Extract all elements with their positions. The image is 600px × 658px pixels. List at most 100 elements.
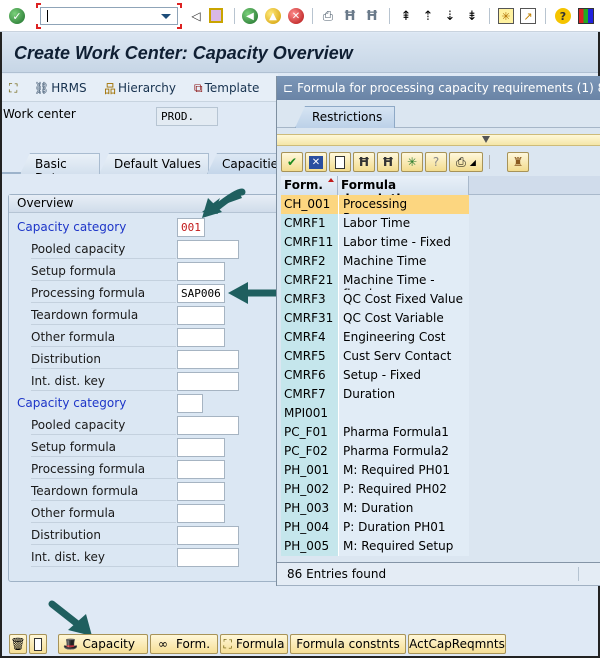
formula-description-cell[interactable]: Machine Time - fixed xyxy=(338,271,469,301)
formula-description-cell[interactable]: Labor time - Fixed xyxy=(338,233,469,252)
table-row[interactable]: CMRF2 Machine Time xyxy=(281,252,600,271)
formula-code-cell[interactable]: CMRF2 xyxy=(281,252,338,271)
hierarchy-button[interactable]: ⛶ xyxy=(9,80,19,96)
formula-description-cell[interactable]: Cust Serv Contact xyxy=(338,347,469,366)
formula-description-cell[interactable]: M: Required PH01 xyxy=(338,461,469,480)
formula-description-cell[interactable]: Pharma Formula2 xyxy=(338,442,469,461)
formula-code-cell[interactable]: CMRF4 xyxy=(281,328,338,347)
new-session-icon[interactable]: ✳ xyxy=(498,8,514,24)
formula-constants-button[interactable]: Formula constnts xyxy=(290,634,406,654)
formula-code-cell[interactable]: PH_002 xyxy=(281,480,338,499)
formula-code-cell[interactable]: PH_005 xyxy=(281,537,338,556)
formula-description-cell[interactable]: M: Required Setup xyxy=(338,537,469,556)
other-formula-field[interactable] xyxy=(177,504,225,523)
continue-button[interactable]: ✔ xyxy=(281,152,303,172)
expand-restrictions-icon[interactable] xyxy=(482,136,490,143)
form-button[interactable]: ∞ Form. xyxy=(150,634,218,654)
table-row[interactable]: CMRF7 Duration xyxy=(281,385,600,404)
int-dist-key-field[interactable] xyxy=(177,548,239,567)
dropdown-icon[interactable]: ◢ xyxy=(470,158,476,167)
table-row[interactable]: CMRF6 Setup - Fixed xyxy=(281,366,600,385)
table-row[interactable]: CMRF5 Cust Serv Contact xyxy=(281,347,600,366)
capacity-category-field[interactable] xyxy=(177,394,203,413)
setup-formula-field[interactable] xyxy=(177,438,225,457)
new-entry-button[interactable]: ✳ xyxy=(401,152,423,172)
formula-code-cell[interactable]: PH_004 xyxy=(281,518,338,537)
print-icon[interactable]: ⎙ xyxy=(320,8,336,24)
formula-description-cell[interactable]: Machine Time xyxy=(338,252,469,271)
back-green-icon[interactable]: ◀ xyxy=(242,8,258,24)
previous-page-icon[interactable]: ⇡ xyxy=(420,8,436,24)
formula-description-cell[interactable]: Labor Time xyxy=(338,214,469,233)
pooled-capacity-field[interactable] xyxy=(177,416,239,435)
formula-code-cell[interactable]: PH_003 xyxy=(281,499,338,518)
back-icon[interactable]: ◁ xyxy=(188,8,204,24)
distribution-field[interactable] xyxy=(177,350,239,369)
formula-description-cell[interactable]: Engineering Cost xyxy=(338,328,469,347)
table-row[interactable]: MPI001 xyxy=(281,404,600,423)
column-header-form[interactable]: Form. xyxy=(281,176,338,195)
restrictions-toggle-strip[interactable] xyxy=(277,134,600,146)
table-row[interactable]: CMRF4 Engineering Cost xyxy=(281,328,600,347)
layout-menu-icon[interactable] xyxy=(578,8,594,24)
formula-description-cell[interactable]: QC Cost Variable xyxy=(338,309,469,328)
help-button[interactable]: ? xyxy=(425,152,447,172)
table-row[interactable]: PH_002 P: Required PH02 xyxy=(281,480,600,499)
table-row[interactable]: CMRF3 QC Cost Fixed Value xyxy=(281,290,600,309)
tab-default-values[interactable]: Default Values xyxy=(99,153,209,174)
table-row[interactable]: PH_003 M: Duration xyxy=(281,499,600,518)
print-button[interactable]: ⎙ ◢ xyxy=(449,152,483,172)
help-icon[interactable]: ? xyxy=(555,8,571,24)
chevron-down-icon[interactable] xyxy=(161,14,171,19)
formula-code-cell[interactable]: CH_001 xyxy=(281,195,338,214)
tab-basic-data[interactable]: Basic Data xyxy=(20,153,100,174)
act-cap-reqmnts-button[interactable]: ActCapReqmnts xyxy=(408,634,506,654)
formula-description-cell[interactable]: Setup - Fixed xyxy=(338,366,469,385)
tab-restrictions[interactable]: Restrictions xyxy=(295,106,395,128)
formula-code-cell[interactable]: MPI001 xyxy=(281,404,338,423)
pooled-capacity-field[interactable] xyxy=(177,240,239,259)
column-header-description[interactable]: Formula description xyxy=(338,176,469,206)
new-document-button[interactable] xyxy=(29,634,47,654)
new-button[interactable] xyxy=(329,152,351,172)
formula-code-cell[interactable]: CMRF31 xyxy=(281,309,338,328)
first-page-icon[interactable]: ⇞ xyxy=(398,8,414,24)
formula-description-cell[interactable]: QC Cost Fixed Value xyxy=(338,290,469,309)
formula-code-cell[interactable]: CMRF7 xyxy=(281,385,338,404)
command-field[interactable] xyxy=(40,7,178,25)
teardown-formula-field[interactable] xyxy=(177,306,225,325)
tab-capacities[interactable]: Capacities xyxy=(207,153,282,174)
save-icon[interactable] xyxy=(209,8,223,23)
formula-description-cell[interactable]: Pharma Formula1 xyxy=(338,423,469,442)
org-hierarchy-button[interactable]: 品 Hierarchy xyxy=(104,80,176,96)
formula-code-cell[interactable]: CMRF5 xyxy=(281,347,338,366)
formula-code-cell[interactable]: PH_001 xyxy=(281,461,338,480)
find-icon[interactable]: Ħ xyxy=(342,8,358,24)
next-page-icon[interactable]: ⇣ xyxy=(442,8,458,24)
last-page-icon[interactable]: ⇟ xyxy=(464,8,480,24)
processing-formula-field[interactable] xyxy=(177,460,225,479)
formula-description-cell[interactable]: M: Duration xyxy=(338,499,469,518)
formula-code-cell[interactable]: PC_F01 xyxy=(281,423,338,442)
capacity-button[interactable]: 🎩 Capacity xyxy=(58,634,148,654)
table-row[interactable]: CH_001Processing Resource xyxy=(281,195,600,225)
stamp-button[interactable]: ♜ xyxy=(507,152,529,172)
exit-icon[interactable]: ▲ xyxy=(265,8,281,24)
delete-button[interactable]: 🗑 xyxy=(9,634,27,654)
table-row[interactable]: CMRF21Machine Time - fixed xyxy=(281,271,600,301)
find-next-icon[interactable]: Ħ xyxy=(364,8,380,24)
hrms-button[interactable]: ⛓ HRMS xyxy=(34,80,87,96)
other-formula-field[interactable] xyxy=(177,328,225,347)
formula-description-cell[interactable]: P: Required PH02 xyxy=(338,480,469,499)
table-row[interactable]: PC_F01 Pharma Formula1 xyxy=(281,423,600,442)
find-button[interactable]: Ħ xyxy=(353,152,375,172)
template-button[interactable]: ⧉ Template xyxy=(194,80,259,96)
formula-description-cell[interactable]: Processing Resource xyxy=(338,195,469,225)
enter-icon[interactable]: ✓ xyxy=(9,8,25,24)
table-row[interactable]: PH_005 M: Required Setup xyxy=(281,537,600,556)
cancel-icon[interactable]: ✕ xyxy=(288,8,304,24)
formula-description-cell[interactable] xyxy=(338,404,469,423)
int-dist-key-field[interactable] xyxy=(177,372,239,391)
setup-formula-field[interactable] xyxy=(177,262,225,281)
table-row[interactable]: PH_004 P: Duration PH01 xyxy=(281,518,600,537)
